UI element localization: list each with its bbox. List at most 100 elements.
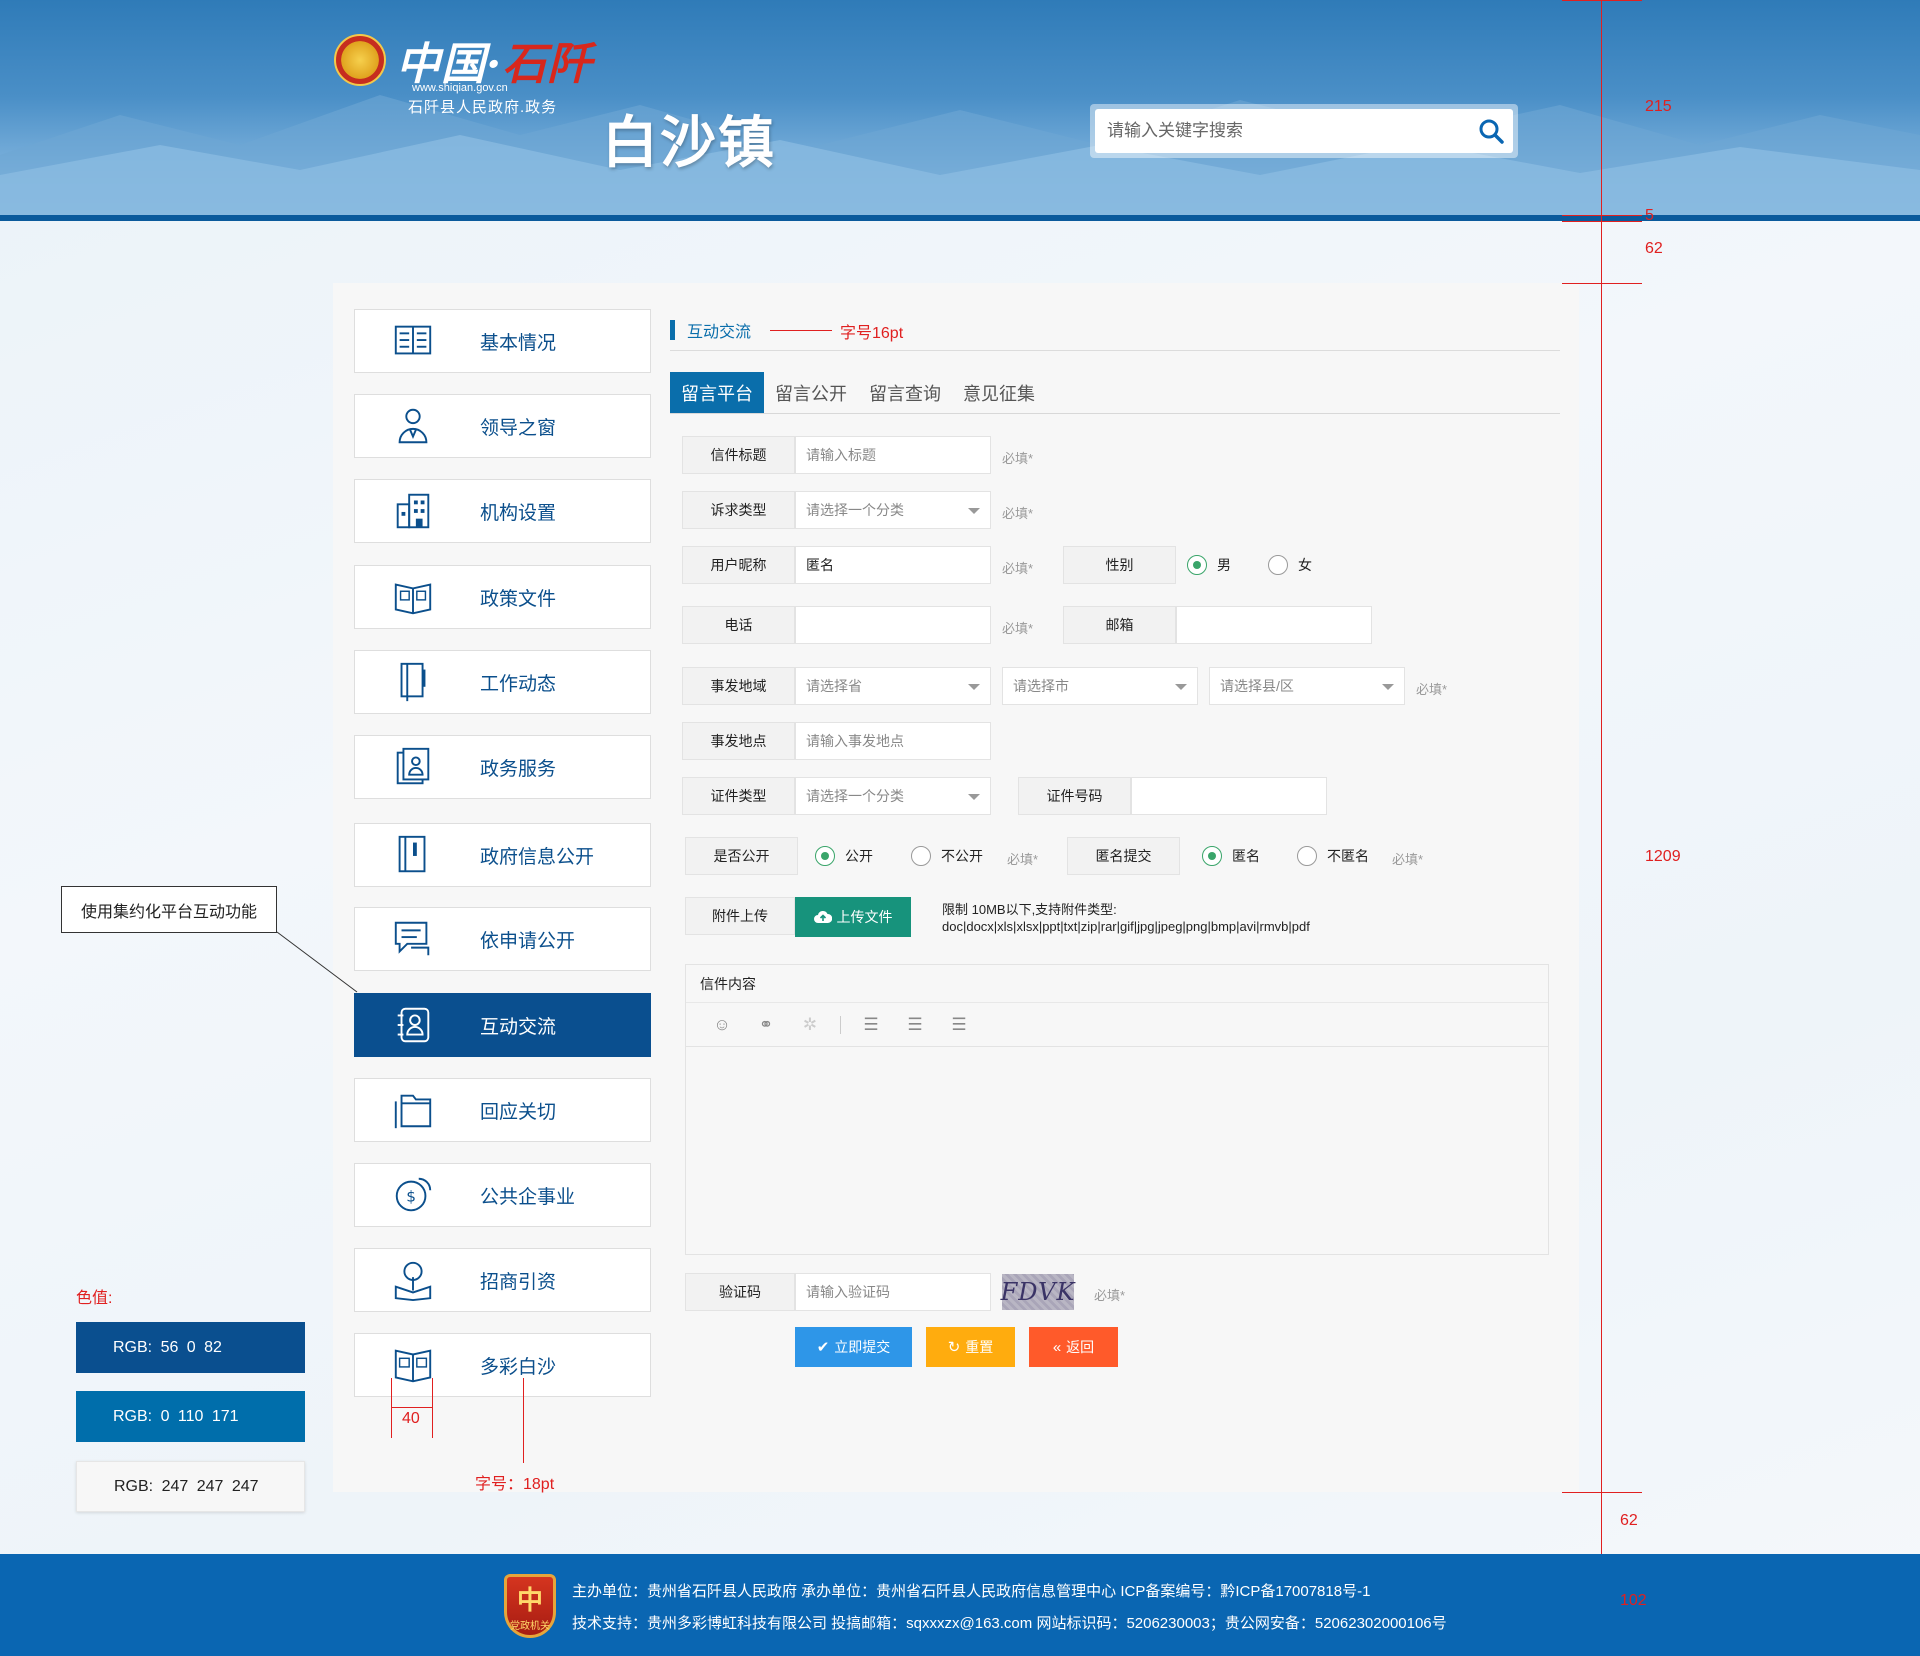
chevron-down-icon [968,508,980,514]
dimension-tick [1562,283,1642,284]
chevron-down-icon [1175,684,1187,690]
link-icon[interactable]: ⚭ [744,1003,788,1047]
city-select[interactable]: 请选择市 [1002,667,1198,705]
tab-message-query[interactable]: 留言查询 [858,372,952,414]
title-input[interactable] [795,436,991,474]
sidebar-item-label: 多彩白沙 [480,1356,557,1378]
national-emblem-icon [334,34,386,86]
required-mark: 必填* [1002,561,1034,576]
sidebar-item-label: 依申请公开 [480,930,576,952]
unlink-icon[interactable]: ✲ [788,1003,832,1047]
upload-note: 限制 10MB以下,支持附件类型: doc|docx|xls|xlsx|ppt|… [942,902,1310,934]
sidebar-item-4[interactable]: 政策文件 [354,565,651,629]
sidebar-item-5[interactable]: 工作动态 [354,650,651,714]
public-label: 是否公开 [685,837,798,875]
align-center-icon[interactable]: ☰ [893,1003,937,1047]
captcha-image[interactable]: FDVK [1001,1274,1074,1310]
anonymous-no-radio[interactable]: 不匿名 [1297,846,1369,866]
tab-opinion-collect[interactable]: 意见征集 [952,372,1046,414]
search-icon[interactable] [1477,117,1505,145]
anonymous-yes-radio[interactable]: 匿名 [1202,846,1260,866]
sidebar-item-10[interactable]: 回应关切 [354,1078,651,1142]
annotation-title-font: 字号16pt [840,325,904,342]
open-book-icon [391,575,435,619]
place-input[interactable] [795,722,991,760]
tab-message-platform[interactable]: 留言平台 [670,372,764,414]
place-label: 事发地点 [682,722,795,760]
toolbar-divider [840,1015,841,1034]
party-government-badge-icon[interactable]: 中 党政机关 [504,1574,556,1638]
sidebar-item-13[interactable]: 多彩白沙 [354,1333,651,1397]
search-box [1090,104,1518,158]
sidebar-item-11[interactable]: $ 公共企事业 [354,1163,651,1227]
color-swatch-dark-blue: RGB: 56 0 82 [76,1322,305,1373]
search-input[interactable] [1095,109,1455,153]
required-mark: 必填* [1002,506,1034,521]
content-editor: 信件内容 ☺ ⚭ ✲ ☰ ☰ ☰ [685,964,1549,1255]
sidebar-item-2[interactable]: 领导之窗 [354,394,651,458]
phone-input[interactable] [795,606,991,644]
county-select[interactable]: 请选择县/区 [1209,667,1405,705]
type-select[interactable]: 请选择一个分类 [795,491,991,529]
photo-book-icon [391,1343,435,1387]
public-yes-radio[interactable]: 公开 [815,846,873,866]
sidebar-item-6[interactable]: 政务服务 [354,735,651,799]
dimension-tick [1562,0,1642,1]
mountain-background [0,95,1920,215]
id-number-label: 证件号码 [1018,777,1131,815]
phone-label: 电话 [682,606,795,644]
sidebar-item-8[interactable]: 依申请公开 [354,907,651,971]
book-list-icon [391,319,435,363]
align-right-icon[interactable]: ☰ [937,1003,981,1047]
submit-button[interactable]: ✔ 立即提交 [795,1327,912,1367]
chevron-down-icon [968,794,980,800]
gender-female-radio[interactable]: 女 [1268,555,1312,575]
gender-male-radio[interactable]: 男 [1187,555,1231,575]
sidebar-item-12[interactable]: 招商引资 [354,1248,651,1312]
dimension-label: 5 [1645,207,1654,224]
document-icon [391,833,435,877]
tab-message-public[interactable]: 留言公开 [764,372,858,414]
required-mark: 必填* [1002,451,1034,466]
tabs-divider [670,413,1560,414]
type-label: 诉求类型 [682,491,795,529]
sidebar-item-9[interactable]: 互动交流 [354,993,651,1057]
tree-book-icon [391,1258,435,1302]
public-no-radio[interactable]: 不公开 [911,846,983,866]
nickname-input[interactable]: 匿名 [795,546,991,584]
title-divider [670,350,1560,351]
required-mark: 必填* [1416,682,1448,697]
color-swatch-blue: RGB: 0 110 171 [76,1391,305,1442]
sidebar-item-label: 招商引资 [480,1271,557,1293]
id-type-select[interactable]: 请选择一个分类 [795,777,991,815]
dimension-label: 215 [1645,98,1672,115]
sidebar-item-1[interactable]: 基本情况 [354,309,651,373]
province-select[interactable]: 请选择省 [795,667,991,705]
attachment-label: 附件上传 [685,897,795,935]
id-number-input[interactable] [1131,777,1327,815]
align-left-icon[interactable]: ☰ [849,1003,893,1047]
annotation-line [770,330,832,331]
sidebar-item-label: 政务服务 [480,758,557,780]
reset-button[interactable]: ↻ 重置 [926,1327,1015,1367]
header-banner: 中国·石阡 www.shiqian.gov.cn 石阡县人民政府.政务 白沙镇 [0,0,1920,215]
dimension-label: 1209 [1645,848,1681,865]
person-icon [391,404,435,448]
annotation-nav-font: 字号：18pt [475,1476,555,1493]
captcha-label: 验证码 [685,1273,795,1311]
email-input[interactable] [1176,606,1372,644]
emoji-icon[interactable]: ☺ [700,1003,744,1047]
service-icon [391,745,435,789]
footer: 中 党政机关 主办单位：贵州省石阡县人民政府 承办单位：贵州省石阡县人民政府信息… [0,1554,1920,1656]
sidebar-item-7[interactable]: 政府信息公开 [354,823,651,887]
back-button[interactable]: «返回 [1029,1327,1118,1367]
upload-button[interactable]: 上传文件 [795,897,911,937]
site-logo[interactable]: 中国·石阡 www.shiqian.gov.cn 石阡县人民政府.政务 [334,24,594,124]
sidebar-item-3[interactable]: 机构设置 [354,479,651,543]
building-icon [391,489,435,533]
captcha-input[interactable] [795,1273,991,1311]
editor-toolbar: ☺ ⚭ ✲ ☰ ☰ ☰ [686,1003,1548,1047]
editor-body[interactable] [686,1047,1548,1254]
anonymous-label: 匿名提交 [1067,837,1180,875]
notebook-icon [391,660,435,704]
